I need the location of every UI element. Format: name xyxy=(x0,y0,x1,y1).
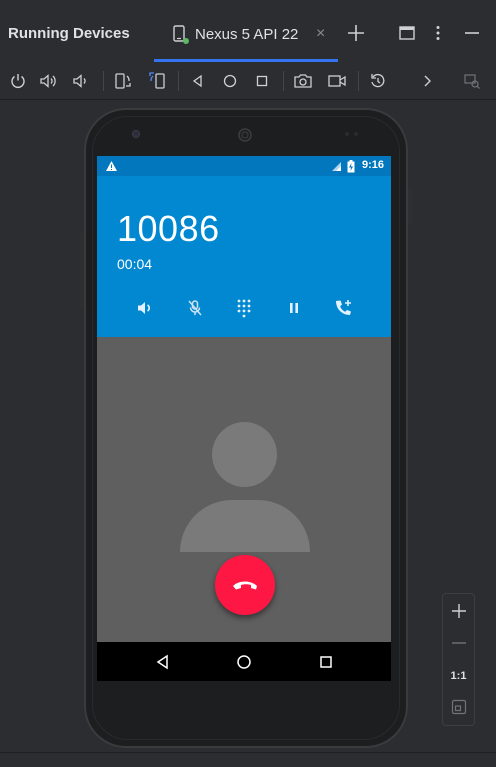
warning-icon xyxy=(106,161,117,171)
device-mirror-icon xyxy=(464,74,480,89)
volume-down-button[interactable] xyxy=(70,70,92,92)
speaker-button[interactable] xyxy=(133,296,157,320)
nav-back-icon xyxy=(156,654,168,670)
panel-title: Running Devices xyxy=(8,25,130,42)
call-timer: 00:04 xyxy=(117,256,153,272)
proximity-sensor-icon xyxy=(345,132,358,136)
zoom-out-icon xyxy=(451,642,466,644)
rotate-left-button[interactable] xyxy=(112,70,134,92)
device-nav-bar xyxy=(97,642,391,681)
hang-up-icon xyxy=(233,581,257,590)
toolbar-separator xyxy=(358,71,359,91)
panel-bottom-border xyxy=(0,752,496,753)
status-bar: 9:16 xyxy=(97,156,391,176)
call-header: 10086 00:04 xyxy=(97,176,391,337)
overview-button[interactable] xyxy=(251,70,273,92)
hold-button[interactable] xyxy=(282,296,306,320)
rotate-right-icon xyxy=(149,72,165,89)
zoom-controls: 1:1 xyxy=(442,593,475,726)
dialpad-icon xyxy=(237,299,251,318)
zoom-in-button[interactable] xyxy=(443,600,474,622)
nav-overview-icon xyxy=(320,656,332,668)
zoom-actual-size-label: 1:1 xyxy=(450,670,467,682)
add-call-icon xyxy=(336,300,351,315)
zoom-fit-icon xyxy=(451,699,466,715)
toolbar-separator xyxy=(178,71,179,91)
mute-icon xyxy=(188,300,202,316)
device-power-key xyxy=(408,185,412,225)
volume-up-button[interactable] xyxy=(38,70,60,92)
title-bar: Running Devices Nexus 5 API 22 × xyxy=(0,0,496,62)
device-mirror-button[interactable] xyxy=(461,70,483,92)
end-call-button[interactable] xyxy=(215,555,275,615)
nav-back-button[interactable] xyxy=(153,652,173,672)
zoom-in-icon xyxy=(451,604,466,618)
reset-icon xyxy=(371,73,385,88)
nav-overview-button[interactable] xyxy=(316,652,336,672)
avatar xyxy=(212,422,277,487)
speaker-icon xyxy=(138,302,150,314)
signal-icon xyxy=(332,162,341,171)
device-icon xyxy=(173,25,189,44)
back-button[interactable] xyxy=(187,70,209,92)
power-button[interactable] xyxy=(7,70,29,92)
home-icon xyxy=(223,74,237,88)
window-icon xyxy=(399,26,415,40)
reset-button[interactable] xyxy=(367,70,389,92)
plus-icon xyxy=(348,25,364,41)
tab-device[interactable]: Nexus 5 API 22 × xyxy=(154,16,338,62)
hold-icon xyxy=(290,303,298,313)
toolbar-separator xyxy=(103,71,104,91)
volume-up-icon xyxy=(40,74,56,88)
add-call-button[interactable] xyxy=(331,296,355,320)
nav-home-icon xyxy=(237,655,251,669)
device-toolbar xyxy=(0,62,496,100)
dialpad-button[interactable] xyxy=(232,296,256,320)
call-number: 10086 xyxy=(117,208,220,249)
zoom-actual-size-button[interactable]: 1:1 xyxy=(443,665,474,687)
more-vertical-icon xyxy=(436,26,440,40)
volume-down-icon xyxy=(73,74,86,88)
front-camera-icon xyxy=(132,130,140,138)
mute-button[interactable] xyxy=(183,296,207,320)
more-actions-button[interactable] xyxy=(416,70,438,92)
avatar-body xyxy=(180,500,310,552)
power-icon xyxy=(11,74,25,88)
battery-charging-icon xyxy=(347,160,355,173)
device-volume-key xyxy=(80,230,84,310)
screenshot-icon xyxy=(294,74,312,88)
zoom-fit-button[interactable] xyxy=(443,696,474,718)
tab-label: Nexus 5 API 22 xyxy=(195,26,299,43)
window-layout-button[interactable] xyxy=(394,20,420,46)
nav-home-button[interactable] xyxy=(234,652,254,672)
status-time: 9:16 xyxy=(361,159,384,171)
more-chevron-icon xyxy=(424,75,431,87)
screen-record-icon xyxy=(328,75,346,87)
options-menu-button[interactable] xyxy=(425,20,451,46)
overview-icon xyxy=(256,75,268,87)
minimize-icon xyxy=(465,32,479,34)
rotate-right-button[interactable] xyxy=(146,70,168,92)
rotate-left-icon xyxy=(115,73,131,89)
zoom-out-button[interactable] xyxy=(443,632,474,654)
tab-close-icon[interactable]: × xyxy=(316,26,325,42)
screenshot-button[interactable] xyxy=(292,70,314,92)
device-screen[interactable]: 9:16 10086 00:04 xyxy=(97,156,391,681)
screen-record-button[interactable] xyxy=(326,70,348,92)
home-button[interactable] xyxy=(219,70,241,92)
add-tab-button[interactable] xyxy=(343,20,369,46)
back-icon xyxy=(192,74,202,88)
speaker-grille-icon xyxy=(238,128,252,142)
toolbar-separator xyxy=(283,71,284,91)
minimize-button[interactable] xyxy=(459,20,485,46)
